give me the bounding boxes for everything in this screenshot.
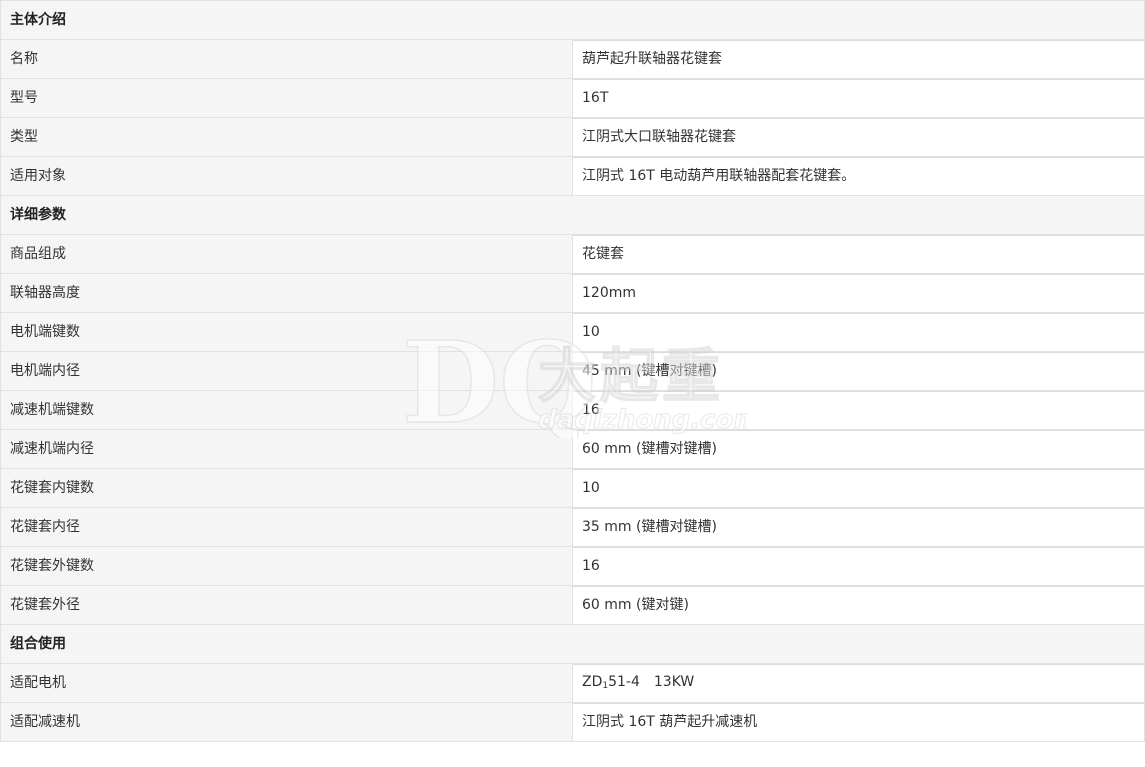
row-value: 江阴式大口联轴器花键套 [572, 117, 1145, 157]
section-title: 详细参数 [0, 195, 1145, 235]
row-label: 电机端键数 [0, 312, 573, 352]
row-label: 适配电机 [0, 663, 573, 703]
row-value: 35 mm (键槽对键槽) [572, 507, 1145, 547]
motor-prefix: ZD [582, 674, 603, 690]
table-row: 减速机端键数 16 [0, 390, 1145, 430]
table-row: 联轴器高度 120mm [0, 273, 1145, 313]
table-row: 花键套外键数 16 [0, 546, 1145, 586]
row-label: 电机端内径 [0, 351, 573, 391]
table-row: 花键套外径 60 mm (键对键) [0, 585, 1145, 625]
row-value: 10 [572, 468, 1145, 508]
row-value: 120mm [572, 273, 1145, 313]
table-row: 型号 16T [0, 78, 1145, 118]
section-header-intro: 主体介绍 [0, 0, 1145, 40]
row-label: 商品组成 [0, 234, 573, 274]
section-title: 主体介绍 [0, 0, 1145, 40]
table-row: 适配减速机 江阴式 16T 葫芦起升减速机 [0, 702, 1145, 742]
table-row: 商品组成 花键套 [0, 234, 1145, 274]
row-label: 名称 [0, 39, 573, 79]
table-row: 适用对象 江阴式 16T 电动葫芦用联轴器配套花键套。 [0, 156, 1145, 196]
table-row: 电机端键数 10 [0, 312, 1145, 352]
row-value: 葫芦起升联轴器花键套 [572, 39, 1145, 79]
table-row: 花键套内键数 10 [0, 468, 1145, 508]
row-value: 60 mm (键对键) [572, 585, 1145, 625]
row-value-motor: ZD151-4 13KW [572, 663, 1145, 703]
motor-model: 51-4 [608, 674, 640, 690]
row-label: 类型 [0, 117, 573, 157]
row-value: 花键套 [572, 234, 1145, 274]
row-value: 16 [572, 546, 1145, 586]
row-label: 适配减速机 [0, 702, 573, 742]
row-label: 适用对象 [0, 156, 573, 196]
row-label: 花键套外径 [0, 585, 573, 625]
row-value: 16T [572, 78, 1145, 118]
table-row: 适配电机 ZD151-4 13KW [0, 663, 1145, 703]
row-value: 45 mm (键槽对键槽) [572, 351, 1145, 391]
table-row: 名称 葫芦起升联轴器花键套 [0, 39, 1145, 79]
row-label: 减速机端内径 [0, 429, 573, 469]
section-title: 组合使用 [0, 624, 1145, 664]
table-row: 类型 江阴式大口联轴器花键套 [0, 117, 1145, 157]
row-label: 减速机端键数 [0, 390, 573, 430]
row-value: 16 [572, 390, 1145, 430]
table-row: 花键套内径 35 mm (键槽对键槽) [0, 507, 1145, 547]
row-label: 花键套外键数 [0, 546, 573, 586]
row-label: 花键套内键数 [0, 468, 573, 508]
section-header-details: 详细参数 [0, 195, 1145, 235]
row-value: 60 mm (键槽对键槽) [572, 429, 1145, 469]
row-value: 江阴式 16T 葫芦起升减速机 [572, 702, 1145, 742]
spec-table: 主体介绍 名称 葫芦起升联轴器花键套 型号 16T 类型 江阴式大口联轴器花键套… [0, 0, 1145, 742]
row-value: 10 [572, 312, 1145, 352]
row-label: 花键套内径 [0, 507, 573, 547]
table-row: 减速机端内径 60 mm (键槽对键槽) [0, 429, 1145, 469]
section-header-combination: 组合使用 [0, 624, 1145, 664]
motor-power: 13KW [653, 674, 695, 690]
row-label: 联轴器高度 [0, 273, 573, 313]
table-row: 电机端内径 45 mm (键槽对键槽) [0, 351, 1145, 391]
row-label: 型号 [0, 78, 573, 118]
row-value: 江阴式 16T 电动葫芦用联轴器配套花键套。 [572, 156, 1145, 196]
